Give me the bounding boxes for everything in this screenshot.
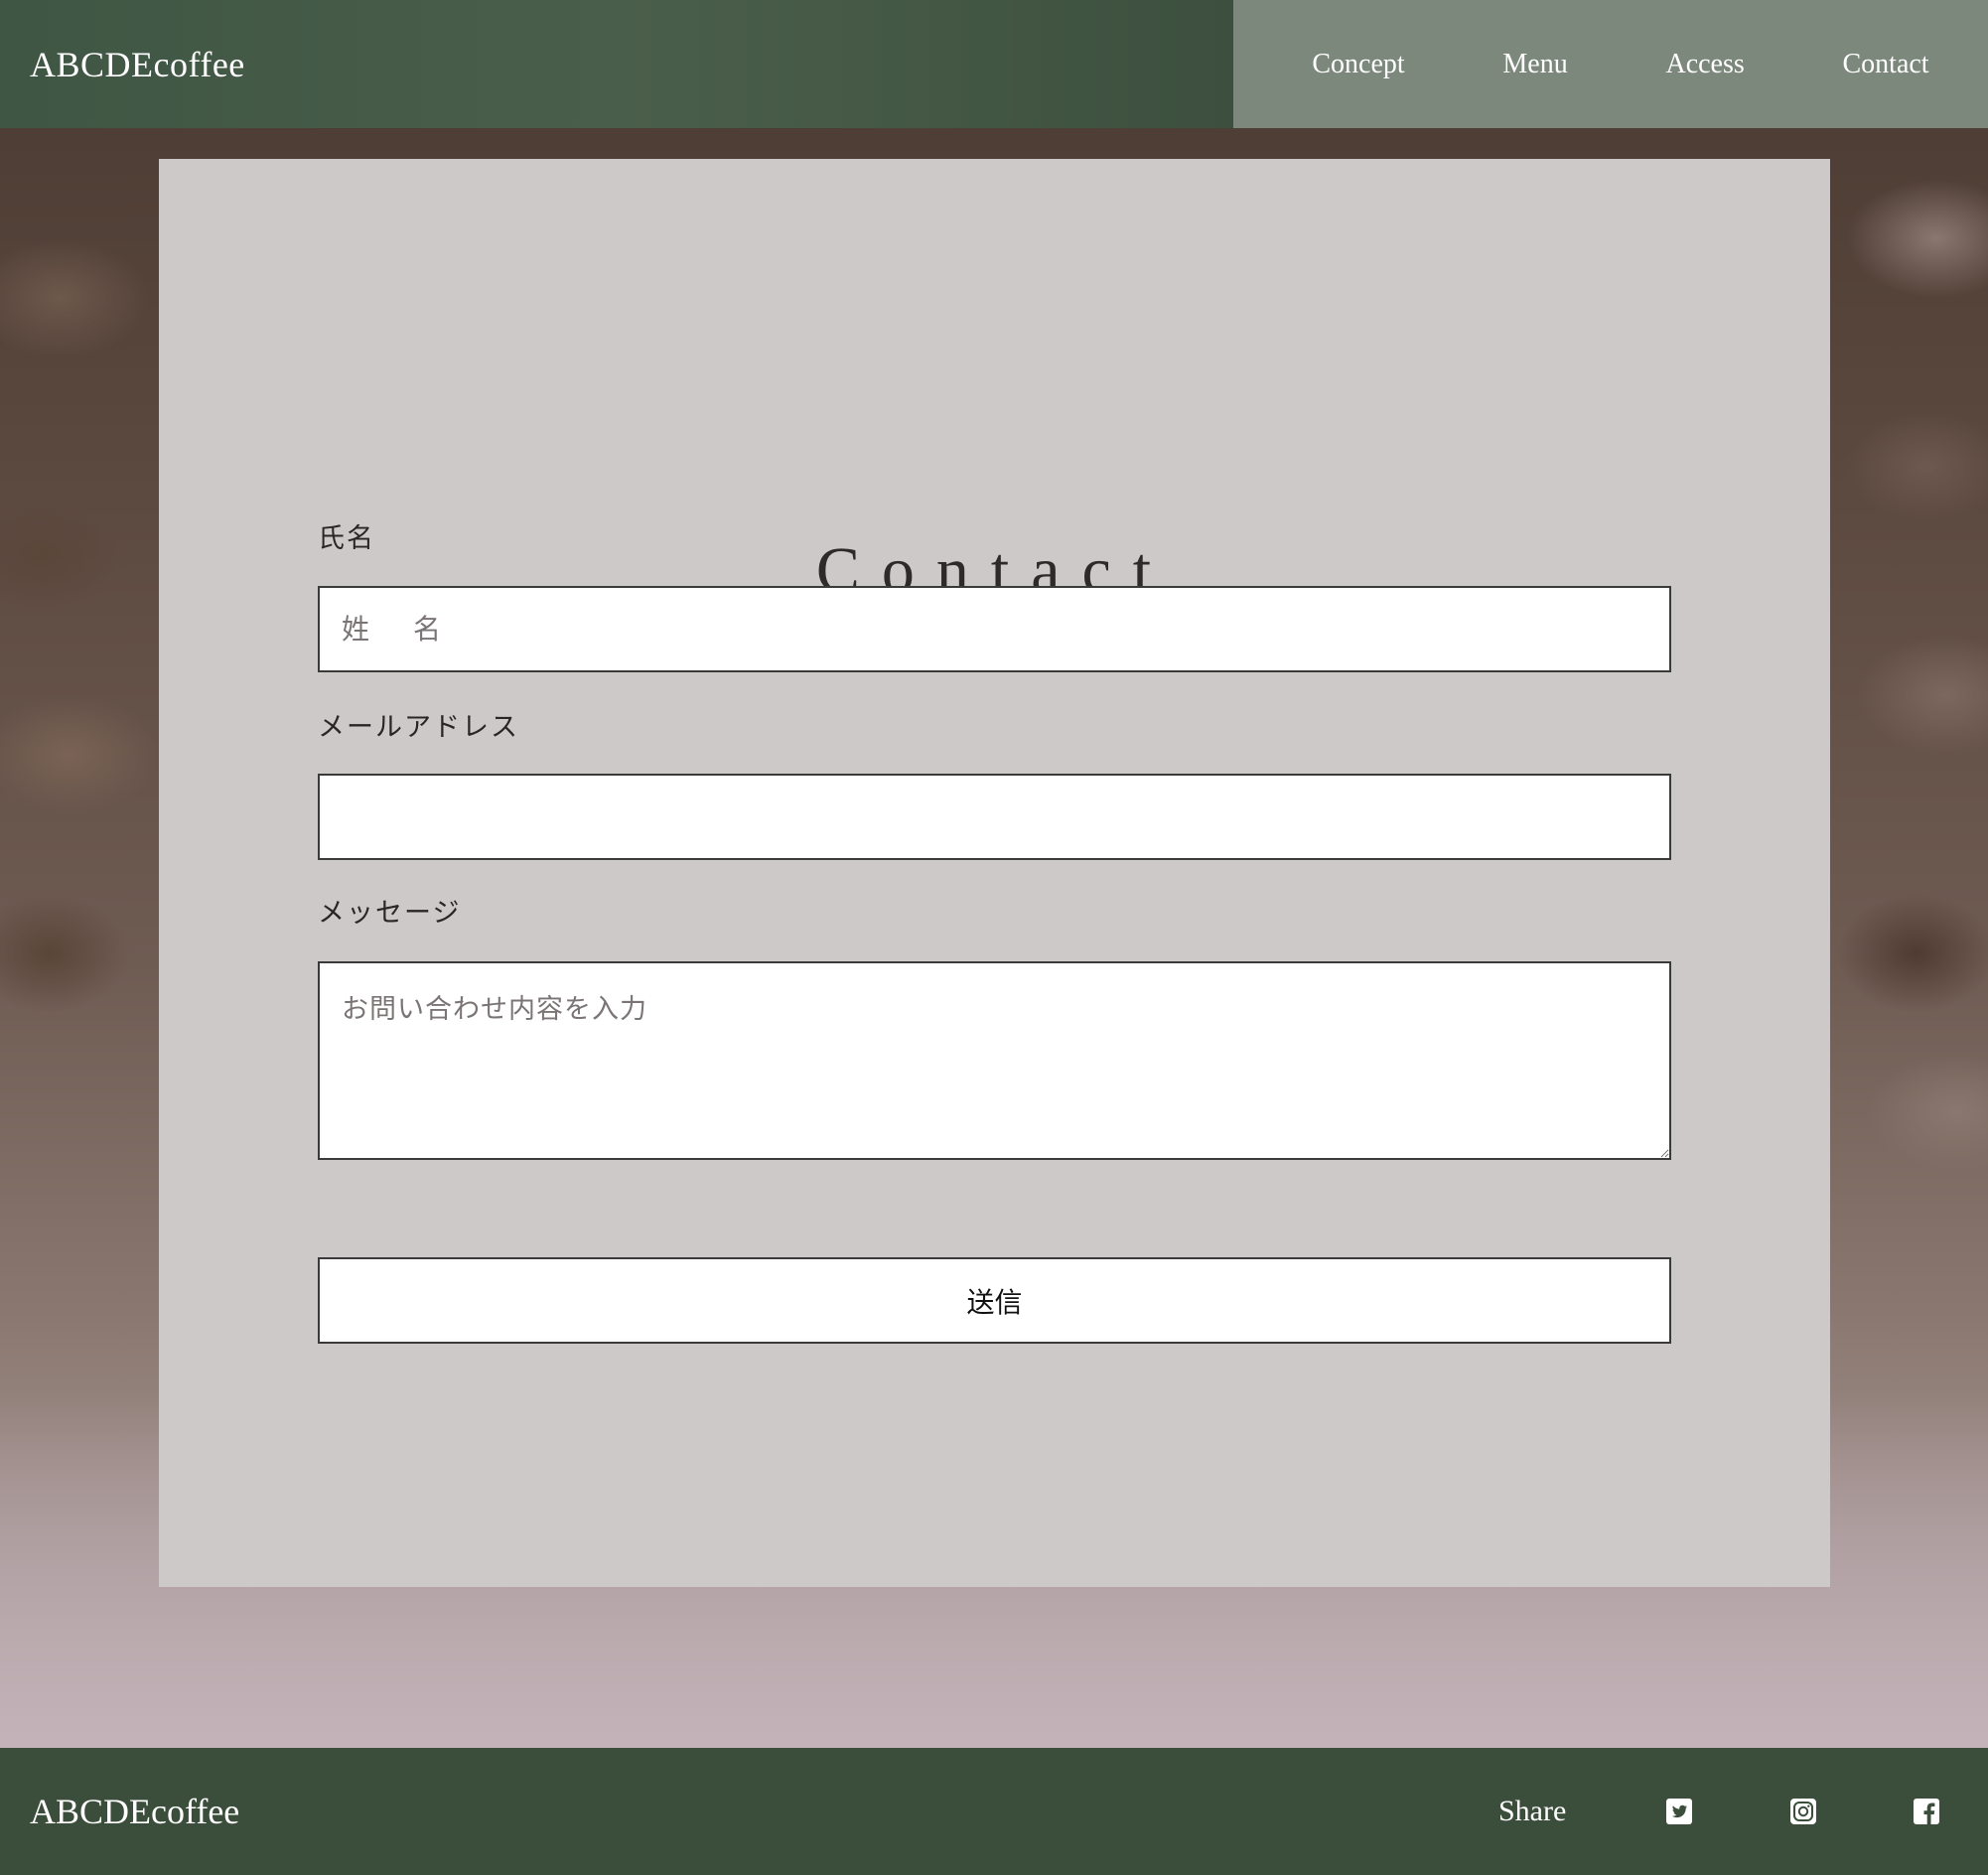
share-label: Share [1498, 1795, 1567, 1827]
name-input[interactable] [318, 586, 1671, 672]
nav-link-access[interactable]: Access [1665, 49, 1744, 80]
twitter-icon[interactable] [1666, 1748, 1692, 1875]
submit-button[interactable]: 送信 [318, 1257, 1671, 1344]
facebook-icon[interactable] [1914, 1748, 1939, 1875]
message-textarea[interactable] [318, 961, 1671, 1160]
site-footer: ABCDEcoffee Share [0, 1748, 1988, 1875]
footer-logo[interactable]: ABCDEcoffee [30, 1791, 239, 1832]
nav-link-menu[interactable]: Menu [1502, 49, 1567, 80]
name-label: 氏名 [318, 523, 375, 554]
email-input[interactable] [318, 774, 1671, 860]
site-header: ABCDEcoffee Concept Menu Access Contact [0, 0, 1988, 128]
nav-link-concept[interactable]: Concept [1312, 49, 1404, 80]
message-label: メッセージ [318, 898, 462, 929]
site-logo[interactable]: ABCDEcoffee [30, 44, 245, 85]
instagram-icon[interactable] [1790, 1748, 1816, 1875]
main-nav: Concept Menu Access Contact [1233, 0, 1988, 128]
contact-panel: Contact 氏名 メールアドレス メッセージ 送信 [159, 159, 1830, 1587]
email-label: メールアドレス [318, 712, 519, 743]
page: ABCDEcoffee Concept Menu Access Contact … [0, 0, 1988, 1875]
header-brand-area: ABCDEcoffee [0, 0, 1233, 128]
nav-link-contact[interactable]: Contact [1843, 49, 1929, 80]
